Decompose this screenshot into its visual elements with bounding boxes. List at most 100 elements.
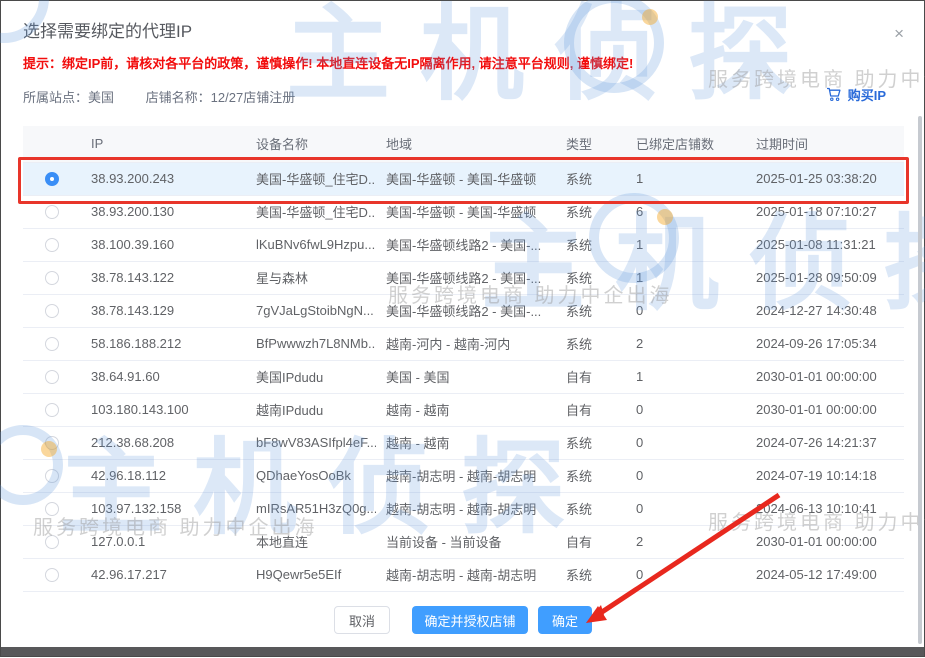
- close-icon[interactable]: ×: [894, 25, 904, 42]
- cell-shop-count: 1: [626, 360, 746, 393]
- table-row[interactable]: 212.38.68.208bF8wV83ASIfpl4eF...越南 - 越南系…: [23, 426, 904, 459]
- cell-radio: [23, 558, 81, 591]
- cell-ip: 103.97.132.158: [81, 492, 246, 525]
- table-row[interactable]: 103.97.132.158mIRsAR51H3zQ0g...越南-胡志明 - …: [23, 492, 904, 525]
- cell-shop-count: 1: [626, 228, 746, 261]
- cell-expire: 2030-01-01 00:00:00: [746, 360, 904, 393]
- table-row[interactable]: 38.93.200.130美国-华盛顿_住宅D...美国-华盛顿 - 美国-华盛…: [23, 195, 904, 228]
- cell-radio: [23, 360, 81, 393]
- cell-ip: 42.96.17.217: [81, 558, 246, 591]
- cell-expire: 2025-01-18 07:10:27: [746, 195, 904, 228]
- warning-text: 提示：绑定IP前，请核对各平台的政策，谨慎操作! 本地直连设备无IP隔离作用, …: [23, 53, 633, 72]
- cell-ip: 38.93.200.243: [81, 162, 246, 195]
- row-radio[interactable]: [45, 535, 59, 549]
- cell-expire: 2024-06-13 10:10:41: [746, 492, 904, 525]
- header-device: 设备名称: [246, 126, 376, 162]
- cell-type: 系统: [556, 426, 626, 459]
- cell-device: lKuBNv6fwL9Hzpu...: [246, 228, 376, 261]
- cell-device: 星与森林: [246, 261, 376, 294]
- scrollbar[interactable]: [918, 116, 922, 644]
- cell-device: H9Qewr5e5EIf: [246, 558, 376, 591]
- shop-value: 12/27店铺注册: [211, 90, 296, 105]
- bind-ip-dialog: 主机侦探 服务跨境电商 助力中企出海 主机侦探 服务跨境电商 助力中企出海 主机…: [0, 0, 925, 657]
- cell-device: 本地直连: [246, 525, 376, 558]
- cell-device: bF8wV83ASIfpl4eF...: [246, 426, 376, 459]
- cell-region: 美国-华盛顿线路2 - 美国-...: [376, 261, 556, 294]
- cell-radio: [23, 459, 81, 492]
- row-radio[interactable]: [45, 304, 59, 318]
- row-radio[interactable]: [45, 469, 59, 483]
- context-info: 所属站点：美国 店铺名称：12/27店铺注册: [23, 87, 323, 106]
- cell-device: 越南IPdudu: [246, 393, 376, 426]
- cell-ip: 38.78.143.129: [81, 294, 246, 327]
- header-radio-spacer: [23, 126, 81, 162]
- cell-type: 自有: [556, 393, 626, 426]
- header-shop-count: 已绑定店铺数: [626, 126, 746, 162]
- cell-expire: 2024-09-26 17:05:34: [746, 327, 904, 360]
- row-radio[interactable]: [45, 568, 59, 582]
- cell-device: 美国-华盛顿_住宅D...: [246, 162, 376, 195]
- cell-ip: 42.96.18.112: [81, 459, 246, 492]
- table-row[interactable]: 38.93.200.243美国-华盛顿_住宅D...美国-华盛顿 - 美国-华盛…: [23, 162, 904, 195]
- table-row[interactable]: 38.78.143.122星与森林美国-华盛顿线路2 - 美国-...系统120…: [23, 261, 904, 294]
- cell-region: 越南-胡志明 - 越南-胡志明: [376, 459, 556, 492]
- cell-type: 自有: [556, 525, 626, 558]
- cell-shop-count: 0: [626, 426, 746, 459]
- row-radio[interactable]: [45, 502, 59, 516]
- confirm-authorize-button[interactable]: 确定并授权店铺: [412, 606, 528, 634]
- dialog-title: 选择需要绑定的代理IP: [23, 17, 192, 42]
- cell-radio: [23, 492, 81, 525]
- table-row[interactable]: 42.96.18.112QDhaeYosOoBk越南-胡志明 - 越南-胡志明系…: [23, 459, 904, 492]
- table-row[interactable]: 38.100.39.160lKuBNv6fwL9Hzpu...美国-华盛顿线路2…: [23, 228, 904, 261]
- cell-radio: [23, 162, 81, 195]
- cell-device: 美国IPdudu: [246, 360, 376, 393]
- row-radio[interactable]: [45, 337, 59, 351]
- table-row[interactable]: 58.186.188.212BfPwwwzh7L8NMb...越南-河内 - 越…: [23, 327, 904, 360]
- cell-ip: 38.100.39.160: [81, 228, 246, 261]
- row-radio[interactable]: [45, 403, 59, 417]
- cell-shop-count: 1: [626, 162, 746, 195]
- table-row[interactable]: 38.78.143.1297gVJaLgStoibNgN...美国-华盛顿线路2…: [23, 294, 904, 327]
- table-row[interactable]: 42.96.17.217H9Qewr5e5EIf越南-胡志明 - 越南-胡志明系…: [23, 558, 904, 591]
- cart-icon: [826, 87, 842, 102]
- cell-type: 系统: [556, 195, 626, 228]
- cell-ip: 38.64.91.60: [81, 360, 246, 393]
- header-region: 地域: [376, 126, 556, 162]
- cell-region: 美国-华盛顿 - 美国-华盛顿: [376, 162, 556, 195]
- table-row[interactable]: 127.0.0.1本地直连当前设备 - 当前设备自有22030-01-01 00…: [23, 525, 904, 558]
- cell-type: 系统: [556, 492, 626, 525]
- cell-ip: 127.0.0.1: [81, 525, 246, 558]
- buy-ip-link[interactable]: 购买IP: [826, 85, 886, 104]
- header-ip: IP: [81, 126, 246, 162]
- cancel-button[interactable]: 取消: [334, 606, 390, 634]
- cell-type: 系统: [556, 162, 626, 195]
- cell-type: 自有: [556, 360, 626, 393]
- cell-radio: [23, 393, 81, 426]
- table-row[interactable]: 103.180.143.100越南IPdudu越南 - 越南自有02030-01…: [23, 393, 904, 426]
- row-radio[interactable]: [45, 205, 59, 219]
- cell-expire: 2024-07-19 10:14:18: [746, 459, 904, 492]
- cell-ip: 38.93.200.130: [81, 195, 246, 228]
- cell-expire: 2030-01-01 00:00:00: [746, 525, 904, 558]
- row-radio[interactable]: [45, 172, 59, 186]
- cell-device: 7gVJaLgStoibNgN...: [246, 294, 376, 327]
- cell-shop-count: 0: [626, 459, 746, 492]
- site-value: 美国: [88, 90, 114, 105]
- cell-type: 系统: [556, 261, 626, 294]
- dialog-footer: 取消 确定并授权店铺 确定: [1, 606, 925, 634]
- table-row[interactable]: 38.64.91.60美国IPdudu美国 - 美国自有12030-01-01 …: [23, 360, 904, 393]
- cell-region: 越南-河内 - 越南-河内: [376, 327, 556, 360]
- cell-shop-count: 6: [626, 195, 746, 228]
- cell-shop-count: 2: [626, 327, 746, 360]
- cell-expire: 2024-12-27 14:30:48: [746, 294, 904, 327]
- cell-type: 系统: [556, 459, 626, 492]
- watermark-tagline-top: 服务跨境电商 助力中企出海: [708, 63, 925, 92]
- row-radio[interactable]: [45, 370, 59, 384]
- row-radio[interactable]: [45, 271, 59, 285]
- row-radio[interactable]: [45, 436, 59, 450]
- cell-region: 越南 - 越南: [376, 393, 556, 426]
- cell-region: 美国 - 美国: [376, 360, 556, 393]
- row-radio[interactable]: [45, 238, 59, 252]
- confirm-button[interactable]: 确定: [538, 606, 592, 634]
- cell-region: 美国-华盛顿线路2 - 美国-...: [376, 228, 556, 261]
